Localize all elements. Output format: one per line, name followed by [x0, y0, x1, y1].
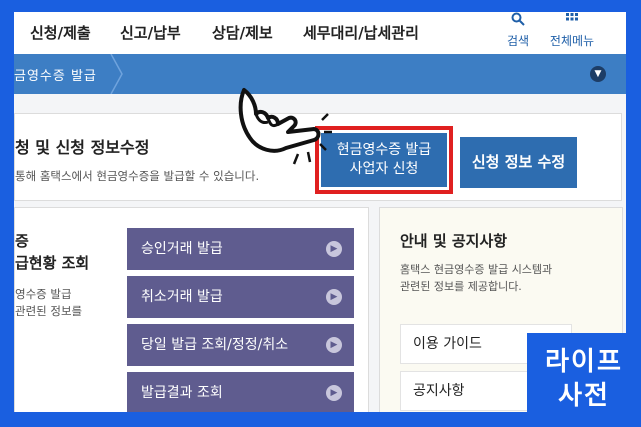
apply-title: 청 및 신청 정보수정	[15, 138, 150, 157]
issue-menu-desc-line1: 영수증 발급	[15, 287, 72, 301]
notice-desc-line1: 홈택스 현금영수증 발급 시스템과	[400, 263, 553, 276]
search-label: 검색	[506, 34, 530, 48]
breadcrumb-chevron-icon	[110, 54, 123, 94]
apply-description: 통해 홈택스에서 현금영수증을 발급할 수 있습니다.	[15, 169, 260, 183]
issue-menu-title-line2: 급현황 조회	[15, 254, 90, 272]
same-day-issue-button[interactable]: 당일 발급 조회/정정/취소 ▶	[127, 324, 354, 366]
edit-info-button[interactable]: 신청 정보 수정	[460, 137, 577, 188]
arrow-right-icon: ▶	[326, 289, 342, 305]
notice-desc-line2: 관련된 정보를 제공합니다.	[400, 280, 522, 293]
issue-menu-title: 증 급현황 조회	[15, 230, 89, 274]
watermark-line2: 사전	[558, 381, 610, 411]
nav-item-consult[interactable]: 상담/제보	[212, 22, 273, 43]
nav-item-tax-agent[interactable]: 세무대리/납세관리	[303, 22, 419, 43]
approve-issue-button[interactable]: 승인거래 발급 ▶	[127, 228, 354, 270]
arrow-right-icon: ▶	[326, 337, 342, 353]
nav-item-report[interactable]: 신고/납부	[120, 22, 181, 43]
watermark-badge: 라이프 사전	[527, 333, 641, 427]
issue-result-button[interactable]: 발급결과 조회 ▶	[127, 372, 354, 412]
pointing-hand-icon	[238, 88, 332, 165]
breadcrumb-current[interactable]: 금영수증 발급	[14, 65, 97, 84]
same-day-issue-label: 당일 발급 조회/정정/취소	[141, 337, 289, 353]
arrow-right-icon: ▶	[326, 385, 342, 401]
issue-menu-description: 영수증 발급 관련된 정보를	[15, 286, 82, 320]
top-nav: 신청/제출 신고/납부 상담/제보 세무대리/납세관리 검색 전체메뉴	[14, 12, 626, 54]
cancel-issue-label: 취소거래 발급	[141, 289, 223, 305]
notice-title: 안내 및 공지사항	[400, 232, 508, 250]
notice-description: 홈택스 현금영수증 발급 시스템과 관련된 정보를 제공합니다.	[400, 261, 552, 295]
issue-menu-panel: 증 급현황 조회 영수증 발급 관련된 정보를 승인거래 발급 ▶ 취소거래 발…	[14, 207, 369, 412]
search-button[interactable]: 검색	[490, 12, 546, 54]
chevron-down-icon[interactable]: ▼	[590, 66, 606, 82]
nav-item-apply[interactable]: 신청/제출	[30, 22, 91, 43]
grid-icon	[540, 12, 604, 28]
search-icon	[490, 12, 546, 28]
issue-result-label: 발급결과 조회	[141, 385, 223, 401]
cancel-issue-button[interactable]: 취소거래 발급 ▶	[127, 276, 354, 318]
issue-apply-button[interactable]: 현금영수증 발급 사업자 신청	[321, 133, 447, 187]
all-menu-label: 전체메뉴	[549, 34, 595, 48]
issue-apply-line2: 사업자 신청	[349, 161, 419, 177]
all-menu-button[interactable]: 전체메뉴	[540, 12, 604, 54]
arrow-right-icon: ▶	[326, 241, 342, 257]
issue-apply-line1: 현금영수증 발급	[336, 142, 432, 158]
watermark-line1: 라이프	[545, 347, 623, 377]
issue-menu-desc-line2: 관련된 정보를	[15, 304, 83, 318]
issue-menu-title-line1: 증	[15, 232, 29, 250]
approve-issue-label: 승인거래 발급	[141, 241, 223, 257]
